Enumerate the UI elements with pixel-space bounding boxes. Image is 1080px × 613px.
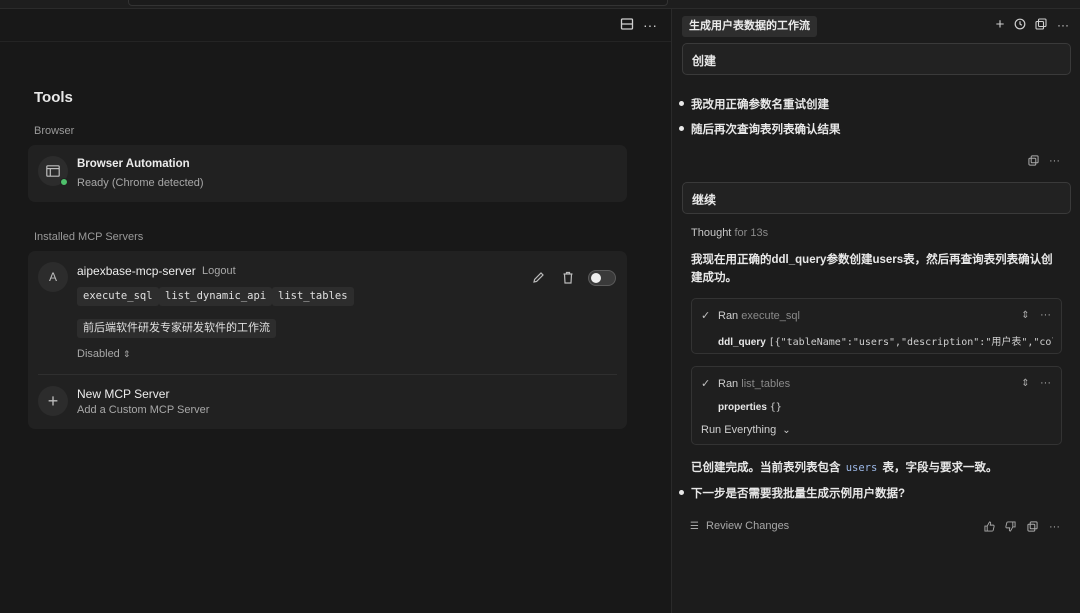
- delete-trash-icon[interactable]: [561, 271, 574, 284]
- tool-name: execute_sql: [741, 310, 800, 322]
- history-clock-icon[interactable]: [1013, 18, 1027, 32]
- bullet-item: 我改用正确参数名重试创建: [679, 96, 829, 112]
- browser-automation-title: Browser Automation: [77, 158, 190, 170]
- chat-panel: 生成用户表数据的工作流 + ··· 创建 我改用正确参数名重试创建 随后再次查询…: [672, 9, 1080, 613]
- tool-chip-list-dynamic-api: list_dynamic_api: [159, 287, 273, 306]
- ready-status-dot: [60, 178, 68, 186]
- top-strip: [0, 0, 1080, 9]
- server-name: aipexbase-mcp-server: [77, 264, 196, 278]
- run-everything-label: Run Everything: [701, 424, 777, 436]
- thought-label: Thought: [691, 227, 732, 239]
- tool-chip-execute-sql: execute_sql: [77, 287, 159, 306]
- more-options-icon[interactable]: ···: [642, 17, 658, 33]
- thumbs-up-icon[interactable]: [983, 521, 996, 534]
- prompt-chip: 前后端软件研发专家研发软件的工作流: [77, 319, 276, 338]
- tool-call-header[interactable]: Ran execute_sql: [718, 310, 800, 322]
- more-options-icon[interactable]: ···: [1048, 155, 1061, 168]
- copy-icon[interactable]: [1027, 155, 1040, 168]
- tool-status: Ran: [718, 378, 739, 390]
- tool-chip-list-tables: list_tables: [272, 287, 354, 306]
- assistant-paragraph: 我现在用正确的ddl_query参数创建users表，然后再查询表列表确认创建成…: [691, 254, 1053, 284]
- tool-call-card: ✓ Ran execute_sql ⇕ ··· ddl_query [{"tab…: [691, 298, 1062, 354]
- bullet-item: 随后再次查询表列表确认结果: [679, 121, 841, 137]
- check-icon: ✓: [701, 378, 711, 390]
- expand-updown-icon[interactable]: ⇕: [1019, 309, 1032, 322]
- edit-pencil-icon[interactable]: [532, 271, 545, 284]
- review-changes-button[interactable]: ☰ Review Changes: [690, 520, 789, 532]
- thought-indicator[interactable]: Thought for 13s: [691, 227, 768, 239]
- tool-call-card: ✓ Ran list_tables ⇕ ··· properties {} Ru…: [691, 366, 1062, 445]
- browser-status: Ready (Chrome detected): [77, 177, 204, 189]
- result-suffix: 表，字段与要求一致。: [882, 462, 998, 474]
- list-icon: ☰: [690, 521, 699, 532]
- more-options-icon[interactable]: ···: [1056, 18, 1070, 32]
- tool-param-row: properties {}: [718, 402, 782, 413]
- result-prefix: 已创建完成。当前表列表包含: [691, 462, 841, 474]
- inline-code: users: [845, 462, 878, 474]
- server-enable-toggle[interactable]: [588, 270, 616, 286]
- bullet-item: 下一步是否需要我批量生成示例用户数据?: [678, 485, 905, 501]
- more-options-icon[interactable]: ···: [1039, 309, 1052, 322]
- copy-icon[interactable]: [1026, 521, 1039, 534]
- param-key: ddl_query: [718, 337, 766, 348]
- chevron-down-icon: ⌄: [782, 425, 791, 436]
- tool-status: Ran: [718, 310, 739, 322]
- new-mcp-server-title[interactable]: New MCP Server: [77, 387, 169, 401]
- server-status-value: Disabled: [77, 348, 120, 360]
- result-text: 已创建完成。当前表列表包含 users 表，字段与要求一致。: [691, 459, 998, 475]
- param-value: {}: [769, 402, 782, 413]
- param-key: properties: [718, 402, 767, 413]
- card-divider: [38, 374, 617, 375]
- mcp-section-label: Installed MCP Servers: [34, 231, 144, 243]
- user-message-2[interactable]: 继续: [682, 182, 1071, 214]
- expand-updown-icon[interactable]: ⇕: [1019, 377, 1032, 390]
- more-options-icon[interactable]: ···: [1039, 377, 1052, 390]
- plus-icon[interactable]: +: [38, 386, 68, 416]
- user-message-1[interactable]: 创建: [682, 43, 1071, 75]
- tool-name: list_tables: [741, 378, 791, 390]
- more-options-icon[interactable]: ···: [1048, 521, 1061, 534]
- logout-link[interactable]: Logout: [202, 265, 236, 277]
- new-chat-plus-icon[interactable]: +: [993, 17, 1007, 32]
- param-value: [{"tableName":"users","description":"用户表…: [768, 337, 1053, 348]
- panel-header: ···: [0, 9, 672, 42]
- tools-panel: ··· Tools Browser Browser Automation Rea…: [0, 9, 672, 613]
- thought-time: for 13s: [734, 227, 769, 239]
- server-avatar: A: [38, 262, 68, 292]
- layout-toggle-icon[interactable]: [619, 17, 635, 33]
- chat-tab-title[interactable]: 生成用户表数据的工作流: [682, 16, 817, 37]
- thumbs-down-icon[interactable]: [1004, 521, 1017, 534]
- mcp-servers-card: A aipexbase-mcp-server Logout execute_sq…: [28, 251, 627, 429]
- command-input[interactable]: [128, 0, 668, 6]
- chevron-updown-icon: ⇕: [122, 349, 131, 359]
- toggle-knob: [591, 273, 601, 283]
- page-title: Tools: [34, 89, 73, 106]
- browser-automation-card[interactable]: Browser Automation Ready (Chrome detecte…: [28, 145, 627, 202]
- tool-call-header[interactable]: Ran list_tables: [718, 378, 790, 390]
- check-icon: ✓: [701, 310, 711, 322]
- server-status-select[interactable]: Disabled ⇕: [77, 348, 130, 360]
- tool-param-row: ddl_query [{"tableName":"users","descrip…: [718, 333, 1053, 348]
- review-label: Review Changes: [706, 520, 790, 532]
- new-mcp-server-subtitle: Add a Custom MCP Server: [77, 404, 210, 416]
- copy-window-icon[interactable]: [1034, 18, 1048, 32]
- browser-section-label: Browser: [34, 125, 75, 137]
- run-everything-button[interactable]: Run Everything ⌄: [701, 424, 791, 436]
